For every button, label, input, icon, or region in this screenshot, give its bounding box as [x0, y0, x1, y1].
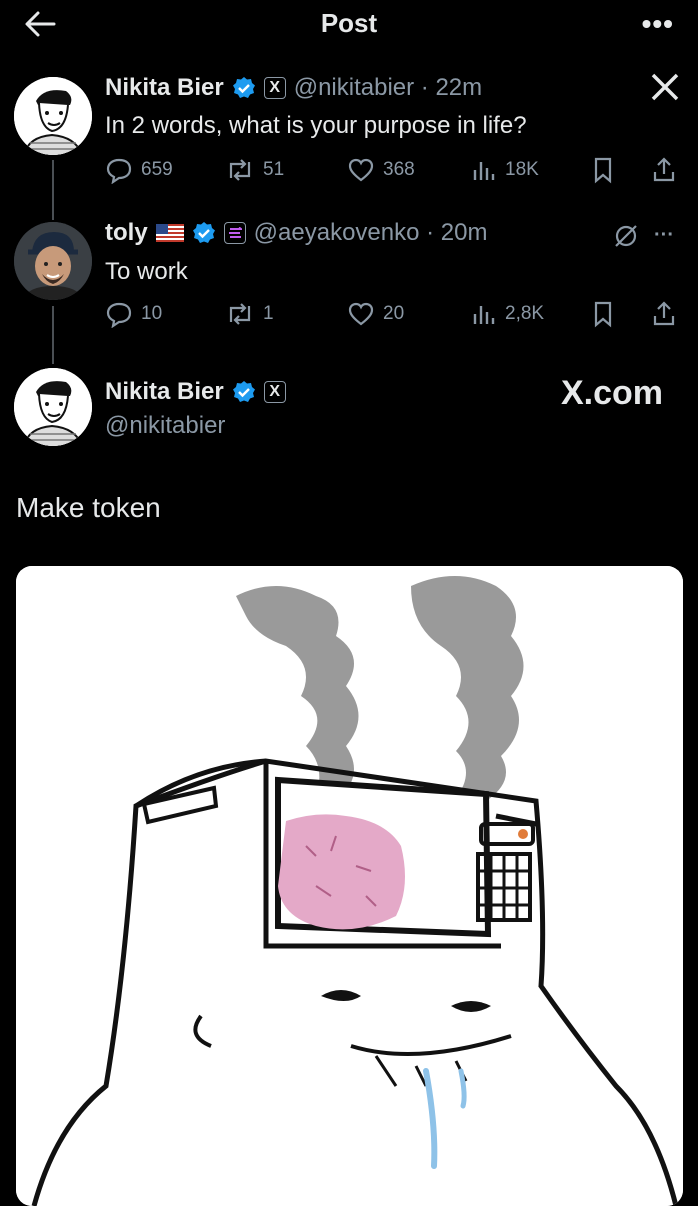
- author-name[interactable]: Nikita Bier: [105, 74, 224, 102]
- views-count: 18K: [505, 159, 539, 180]
- avatar-nikita[interactable]: [14, 368, 92, 446]
- meme-image[interactable]: [16, 566, 683, 1206]
- repost-count: 51: [263, 159, 285, 180]
- flag-us-icon: [155, 224, 184, 242]
- avatar-nikita-drawing: [14, 77, 92, 155]
- repost-button[interactable]: 1: [225, 300, 274, 328]
- more-button[interactable]: •••: [642, 8, 674, 40]
- author-name[interactable]: Nikita Bier: [105, 378, 224, 406]
- like-icon: [348, 158, 374, 182]
- share-icon: [653, 157, 675, 182]
- like-button[interactable]: 20: [347, 300, 404, 328]
- reply-count: 659: [141, 159, 173, 180]
- tweet2-header: toly @aeyakovenko · 20m: [105, 219, 487, 247]
- author-handle[interactable]: @nikitabier: [105, 412, 225, 440]
- tweet2-actions: 10 1 20 2,8K: [105, 300, 685, 330]
- bookmark-button[interactable]: [591, 156, 615, 184]
- meme-drawing: [16, 566, 683, 1206]
- verified-icon: [232, 381, 255, 402]
- views-button[interactable]: 2,8K: [471, 300, 544, 328]
- grok-button[interactable]: [612, 222, 640, 255]
- views-button[interactable]: 18K: [471, 156, 539, 184]
- share-button[interactable]: [651, 300, 677, 328]
- top-bar: Post •••: [0, 0, 698, 48]
- page-title: Post: [320, 8, 378, 38]
- more-icon: ···: [654, 224, 674, 246]
- tweet-text: In 2 words, what is your purpose in life…: [105, 112, 527, 139]
- bookmark-icon: [594, 301, 612, 328]
- thread-line: [52, 160, 54, 220]
- avatar-nikita-drawing: [14, 368, 92, 446]
- reply-button[interactable]: 10: [105, 300, 162, 328]
- like-count: 368: [383, 159, 415, 180]
- reply-icon: [106, 302, 132, 328]
- tweet-text: To work: [105, 258, 188, 285]
- tweet2-more-button[interactable]: ···: [654, 224, 674, 247]
- avatar-nikita[interactable]: [14, 77, 92, 155]
- share-button[interactable]: [651, 156, 677, 184]
- affiliate-badge[interactable]: X: [263, 77, 286, 99]
- watermark: X.com: [560, 374, 663, 412]
- handle-time[interactable]: @aeyakovenko · 20m: [254, 219, 488, 247]
- repost-icon: [229, 303, 251, 325]
- affiliate-badge[interactable]: X: [263, 381, 286, 403]
- verified-icon: [192, 222, 215, 243]
- repost-icon: [229, 159, 251, 181]
- views-count: 2,8K: [505, 303, 545, 324]
- solana-icon[interactable]: [223, 222, 246, 244]
- reply-icon: [106, 158, 132, 184]
- avatar-toly[interactable]: [14, 222, 92, 300]
- share-icon: [653, 301, 675, 326]
- avatar-toly-drawing: [14, 222, 92, 300]
- tweet3-header: Nikita Bier X: [105, 378, 286, 406]
- tweet1-actions: 659 51 368 18K: [105, 156, 685, 186]
- verified-icon: [232, 77, 255, 98]
- like-button[interactable]: 368: [347, 156, 415, 184]
- reply-count: 10: [141, 303, 163, 324]
- like-count: 20: [383, 303, 405, 324]
- thread-line: [52, 306, 54, 364]
- reply-button[interactable]: 659: [105, 156, 173, 184]
- repost-button[interactable]: 51: [225, 156, 284, 184]
- repost-count: 1: [263, 303, 274, 324]
- x-logo-icon: [650, 72, 680, 107]
- tweet-text: Make token: [16, 492, 161, 523]
- handle-time[interactable]: @nikitabier · 22m: [294, 74, 482, 102]
- bookmark-button[interactable]: [591, 300, 615, 328]
- more-icon: •••: [641, 8, 674, 39]
- like-icon: [348, 302, 374, 326]
- tweet1-header: Nikita Bier X @nikitabier · 22m: [105, 74, 482, 102]
- grok-icon: [615, 225, 637, 247]
- author-name[interactable]: toly: [105, 219, 148, 247]
- views-icon: [473, 306, 495, 324]
- views-icon: [473, 162, 495, 180]
- bookmark-icon: [594, 157, 612, 184]
